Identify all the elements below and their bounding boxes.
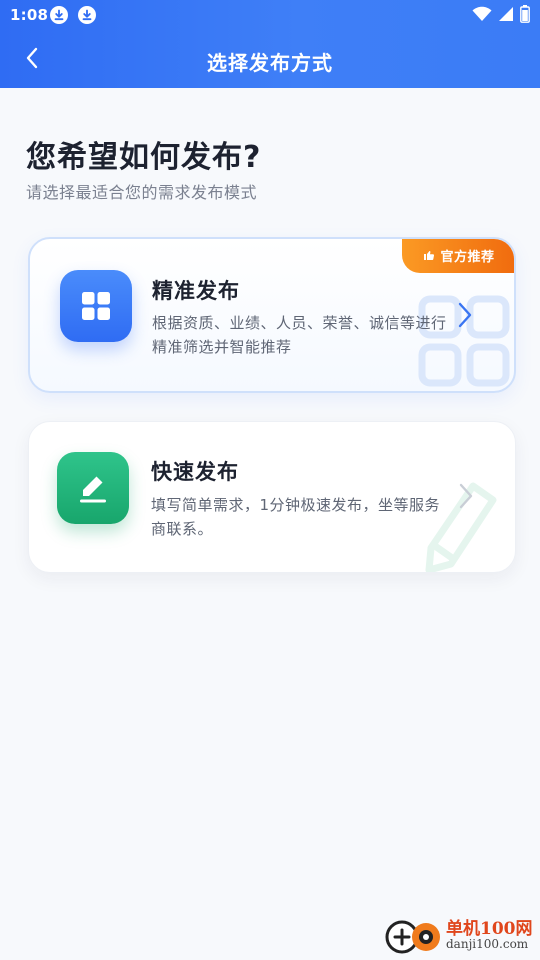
card-description: 填写简单需求，1分钟极速发布，坐等服务商联系。 [151,496,441,538]
precise-publish-card[interactable]: 官方推荐 精准发布 根据资质、业绩、人员、荣誉、诚信等进行精准筛选并智能推荐 [28,237,516,393]
site-name: 单机100网 [446,919,533,939]
chevron-right-icon [459,483,473,509]
chevron-right-icon [458,302,472,328]
status-icons [472,5,530,23]
download-icon [78,6,96,24]
status-bar: 1:08 [0,0,540,30]
subheadline: 请选择最适合您的需求发布模式 [26,183,258,202]
card-description: 根据资质、业绩、人员、荣誉、诚信等进行精准筛选并智能推荐 [152,314,447,356]
card-title: 精准发布 [152,279,240,303]
card-title: 快速发布 [151,460,239,484]
badge-label: 官方推荐 [440,249,495,265]
header-background: 1:08 选择发布方式 [0,0,540,88]
recommended-badge: 官方推荐 [402,239,514,273]
thumbs-up-icon [424,251,435,260]
site-watermark: 单机100网 danji100.com [384,912,534,956]
site-domain: danji100.com [446,937,529,951]
wifi-icon [472,6,492,21]
signal-icon [499,7,513,21]
quick-publish-card[interactable]: 快速发布 填写简单需求，1分钟极速发布，坐等服务商联系。 [28,421,516,573]
headline: 您希望如何发布? [26,140,262,175]
status-time: 1:08 [10,6,49,24]
grid-icon [60,270,132,342]
navigation-bar: 选择发布方式 [0,30,540,88]
publish-method-page: 1:08 选择发布方式 您希望如何发布? 请选择最适合您的需求发布模式 官方推荐… [0,0,540,960]
site-logo-icon [385,920,440,954]
pencil-icon [57,452,129,524]
download-icon [50,6,68,24]
page-title: 选择发布方式 [207,51,333,75]
battery-icon [520,5,530,23]
